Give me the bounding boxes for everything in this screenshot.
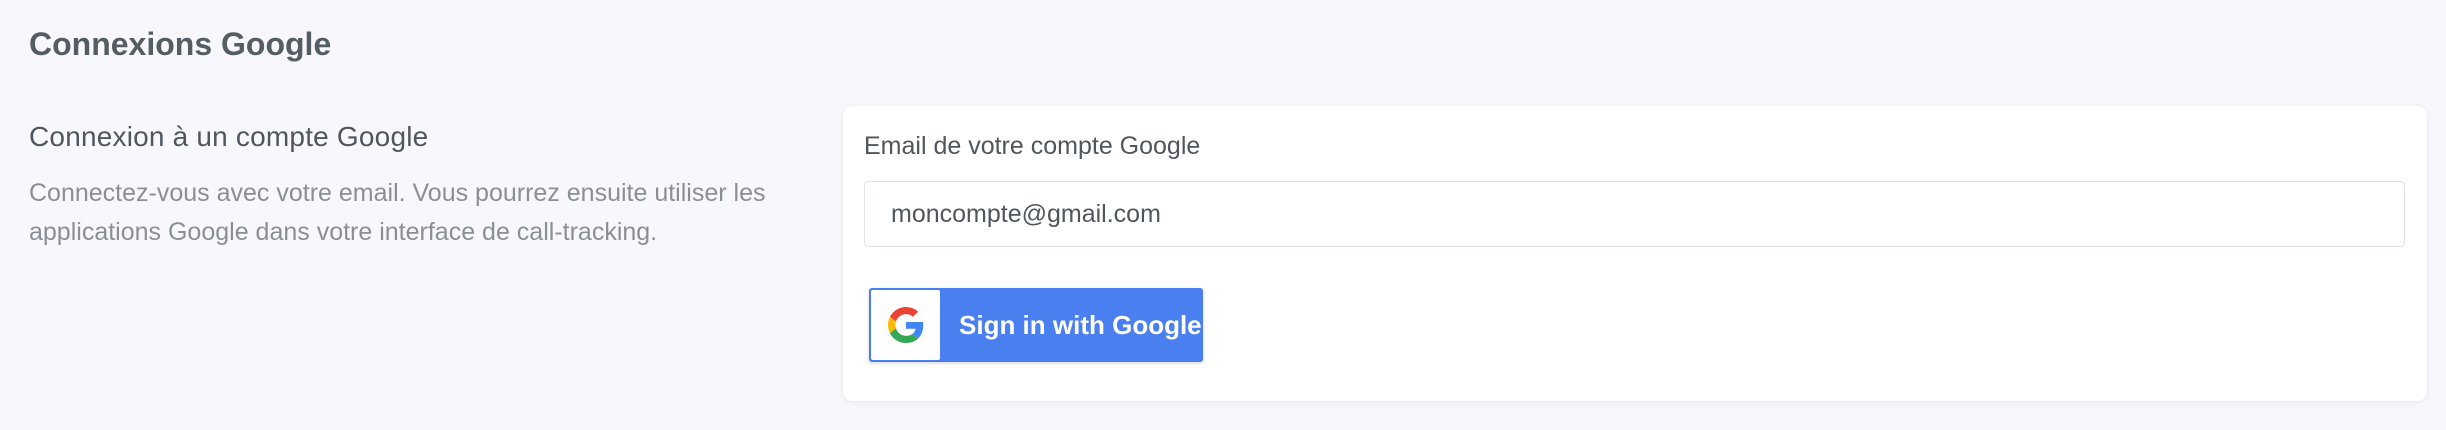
page-title: Connexions Google: [29, 26, 332, 62]
google-g-icon: [887, 307, 923, 343]
email-field[interactable]: [864, 181, 2405, 247]
google-logo-container: [871, 290, 940, 360]
section-description: Connectez-vous avec votre email. Vous po…: [29, 179, 766, 246]
section-heading: Connexion à un compte Google: [29, 121, 429, 152]
sign-in-with-google-button[interactable]: Sign in with Google: [869, 288, 1203, 362]
google-account-card: Email de votre compte Google Sign in wit…: [843, 106, 2427, 401]
email-field-label: Email de votre compte Google: [864, 132, 1201, 160]
sign-in-button-label: Sign in with Google: [959, 310, 1202, 340]
